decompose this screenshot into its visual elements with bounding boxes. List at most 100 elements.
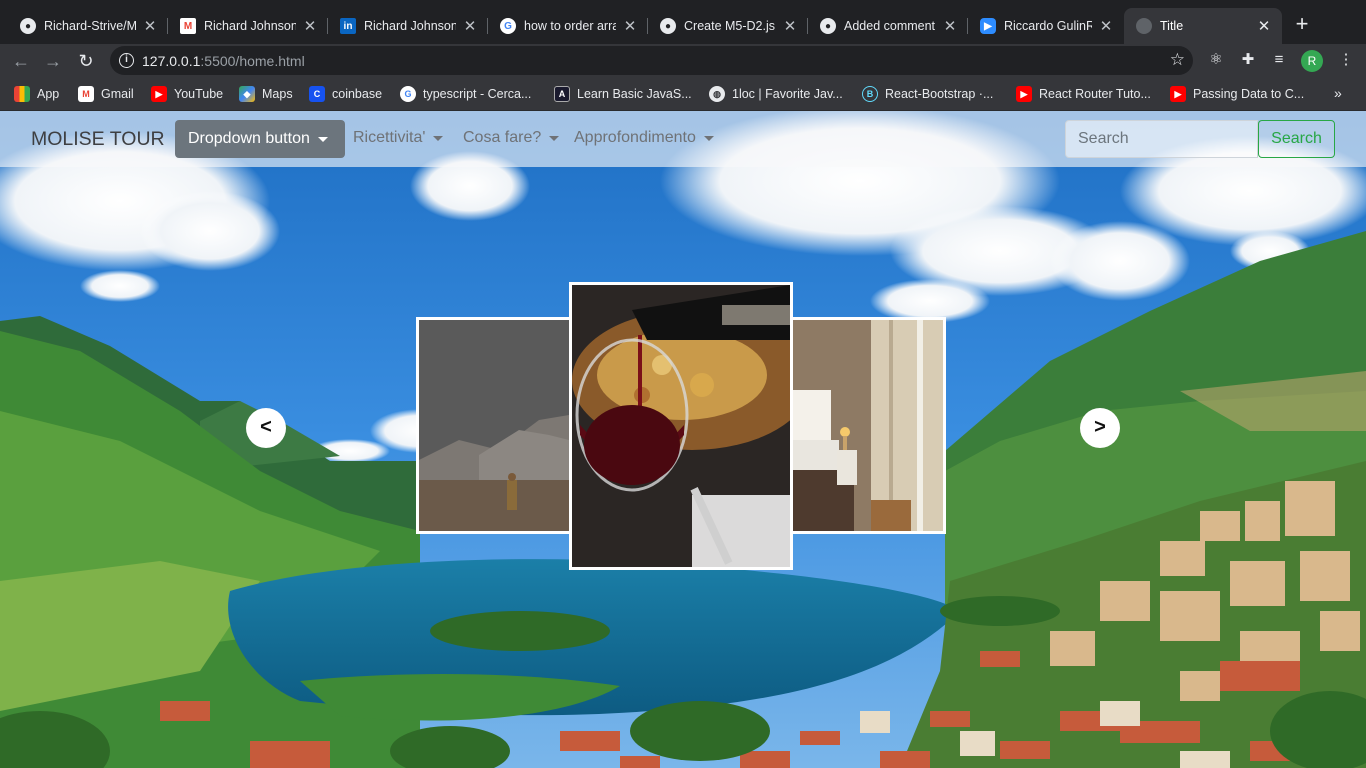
maps-icon: ◆ <box>239 86 255 102</box>
close-tab-icon[interactable]: ✕ <box>622 17 638 35</box>
new-tab-button[interactable]: + <box>1290 12 1314 36</box>
apps-grid-icon <box>14 86 30 102</box>
close-tab-icon[interactable]: ✕ <box>142 17 158 35</box>
nav-link-label: Approfondimento <box>574 129 696 146</box>
dropdown-button[interactable]: Dropdown button <box>175 120 345 158</box>
close-tab-icon[interactable]: ✕ <box>1098 17 1114 35</box>
kebab-menu-icon[interactable]: ⋮ <box>1336 50 1356 70</box>
tab-github-comment[interactable]: ● Added comment ✕ <box>808 8 968 44</box>
bookmark-1loc[interactable]: ◍ 1loc | Favorite Jav... <box>709 85 843 103</box>
react-bootstrap-icon: B <box>862 86 878 102</box>
course-icon: A <box>554 86 570 102</box>
react-devtools-icon[interactable]: ⚛ <box>1206 50 1226 70</box>
more-bookmarks-icon[interactable]: » <box>1334 85 1342 101</box>
close-tab-icon[interactable]: ✕ <box>1256 17 1272 35</box>
tab-gmail[interactable]: M Richard Johnson ✕ <box>168 8 328 44</box>
caret-down-icon <box>703 135 714 141</box>
youtube-icon: ▶ <box>1016 86 1032 102</box>
github-icon: ● <box>660 18 676 34</box>
carousel-prev-button[interactable]: < <box>246 408 286 448</box>
close-tab-icon[interactable]: ✕ <box>782 17 798 35</box>
bookmark-label: coinbase <box>332 87 383 101</box>
bookmark-maps[interactable]: ◆ Maps <box>239 85 293 103</box>
site-info-icon[interactable]: i <box>119 53 134 68</box>
bookmark-passing-data[interactable]: ▶ Passing Data to C... <box>1170 85 1304 103</box>
bookmark-label: Maps <box>262 87 293 101</box>
bookmark-react-router[interactable]: ▶ React Router Tuto... <box>1016 85 1151 103</box>
google-icon: G <box>500 18 516 34</box>
url-path: :5500/home.html <box>200 53 305 69</box>
globe-icon: ◍ <box>709 86 725 102</box>
tab-title: Richard Johnson <box>204 19 296 33</box>
carousel-slide-wine-active[interactable] <box>569 282 793 570</box>
bookmark-youtube[interactable]: ▶ YouTube <box>151 85 223 103</box>
bookmark-label: Passing Data to C... <box>1193 87 1305 101</box>
profile-avatar[interactable]: R <box>1301 50 1323 72</box>
tab-github-create[interactable]: ● Create M5-D2.js ✕ <box>648 8 808 44</box>
dropdown-button-label: Dropdown button <box>188 130 310 147</box>
globe-icon <box>1136 18 1152 34</box>
address-url[interactable]: 127.0.0.1:5500/home.html <box>142 53 305 69</box>
carousel-next-button[interactable]: > <box>1080 408 1120 448</box>
tab-github-repo[interactable]: ● Richard-Strive/M ✕ <box>8 8 168 44</box>
carousel-slide-bedroom[interactable] <box>776 317 946 534</box>
media-queue-icon[interactable]: ≡ <box>1269 50 1289 70</box>
nav-approfondimento[interactable]: Approfondimento <box>574 129 714 147</box>
github-icon: ● <box>820 18 836 34</box>
address-bar[interactable]: i 127.0.0.1:5500/home.html ☆ <box>110 46 1193 75</box>
google-icon: G <box>400 86 416 102</box>
search-button[interactable]: Search <box>1258 120 1335 158</box>
bookmarks-bar: App M Gmail ▶ YouTube ◆ Maps C coinbase … <box>0 77 1366 111</box>
back-arrow-icon[interactable]: ← <box>8 48 34 74</box>
tab-active-title[interactable]: Title ✕ <box>1124 8 1282 44</box>
tab-linkedin[interactable]: in Richard Johnson ✕ <box>328 8 488 44</box>
tab-title: Added comment <box>844 19 936 33</box>
bookmark-gmail[interactable]: M Gmail <box>78 85 134 103</box>
gmail-icon: M <box>180 18 196 34</box>
web-page: MOLISE TOUR Dropdown button Ricettivita'… <box>0 111 1366 768</box>
site-brand[interactable]: MOLISE TOUR <box>31 128 165 151</box>
bookmark-label: typescript - Cerca... <box>423 87 532 101</box>
browser-toolbar: ← → ↻ i 127.0.0.1:5500/home.html ☆ ⚛ ✚ ≡… <box>0 44 1366 77</box>
bookmark-coinbase[interactable]: C coinbase <box>309 85 382 103</box>
close-tab-icon[interactable]: ✕ <box>462 17 478 35</box>
nav-link-label: Cosa fare? <box>463 129 542 146</box>
close-tab-icon[interactable]: ✕ <box>302 17 318 35</box>
caret-down-icon <box>317 136 328 142</box>
bookmark-label: React-Bootstrap ·... <box>885 87 994 101</box>
bookmark-apps[interactable]: App <box>14 85 59 103</box>
youtube-icon: ▶ <box>1170 86 1186 102</box>
tab-title: Title <box>1160 19 1184 33</box>
nav-ricettivita[interactable]: Ricettivita' <box>353 129 444 147</box>
extensions-puzzle-icon[interactable]: ✚ <box>1238 50 1258 70</box>
github-icon: ● <box>20 18 36 34</box>
carousel-slide-mountain[interactable] <box>416 317 572 534</box>
bookmark-learn-basic-js[interactable]: A Learn Basic JavaS... <box>554 85 692 103</box>
red-wine-pour-image <box>572 285 790 567</box>
bookmark-label: 1loc | Favorite Jav... <box>732 87 843 101</box>
tab-title: Richard-Strive/M <box>44 19 136 33</box>
bookmark-star-icon[interactable]: ☆ <box>1170 50 1185 70</box>
hotel-bedroom-image <box>779 320 943 531</box>
caret-down-icon <box>549 135 560 141</box>
linkedin-icon: in <box>340 18 356 34</box>
bookmark-label: YouTube <box>174 87 224 101</box>
bookmark-label: Learn Basic JavaS... <box>577 87 692 101</box>
tab-title: how to order arra <box>524 19 616 33</box>
gmail-icon: M <box>78 86 94 102</box>
tab-zoom[interactable]: ▶ Riccardo GulinRi ✕ <box>968 8 1124 44</box>
search-input[interactable]: Search <box>1065 120 1258 158</box>
tab-title: Create M5-D2.js <box>684 19 775 33</box>
youtube-icon: ▶ <box>151 86 167 102</box>
tab-google-search[interactable]: G how to order arra ✕ <box>488 8 648 44</box>
bookmark-typescript[interactable]: G typescript - Cerca... <box>400 85 531 103</box>
reload-icon[interactable]: ↻ <box>73 48 99 74</box>
bookmark-label: App <box>37 87 60 101</box>
mountain-hiker-image <box>419 320 569 531</box>
bookmark-label: React Router Tuto... <box>1039 87 1151 101</box>
tab-title: Richard Johnson <box>364 19 456 33</box>
nav-cosa-fare[interactable]: Cosa fare? <box>463 129 560 147</box>
bookmark-react-bootstrap[interactable]: B React-Bootstrap ·... <box>862 85 993 103</box>
forward-arrow-icon[interactable]: → <box>40 48 66 74</box>
close-tab-icon[interactable]: ✕ <box>942 17 958 35</box>
